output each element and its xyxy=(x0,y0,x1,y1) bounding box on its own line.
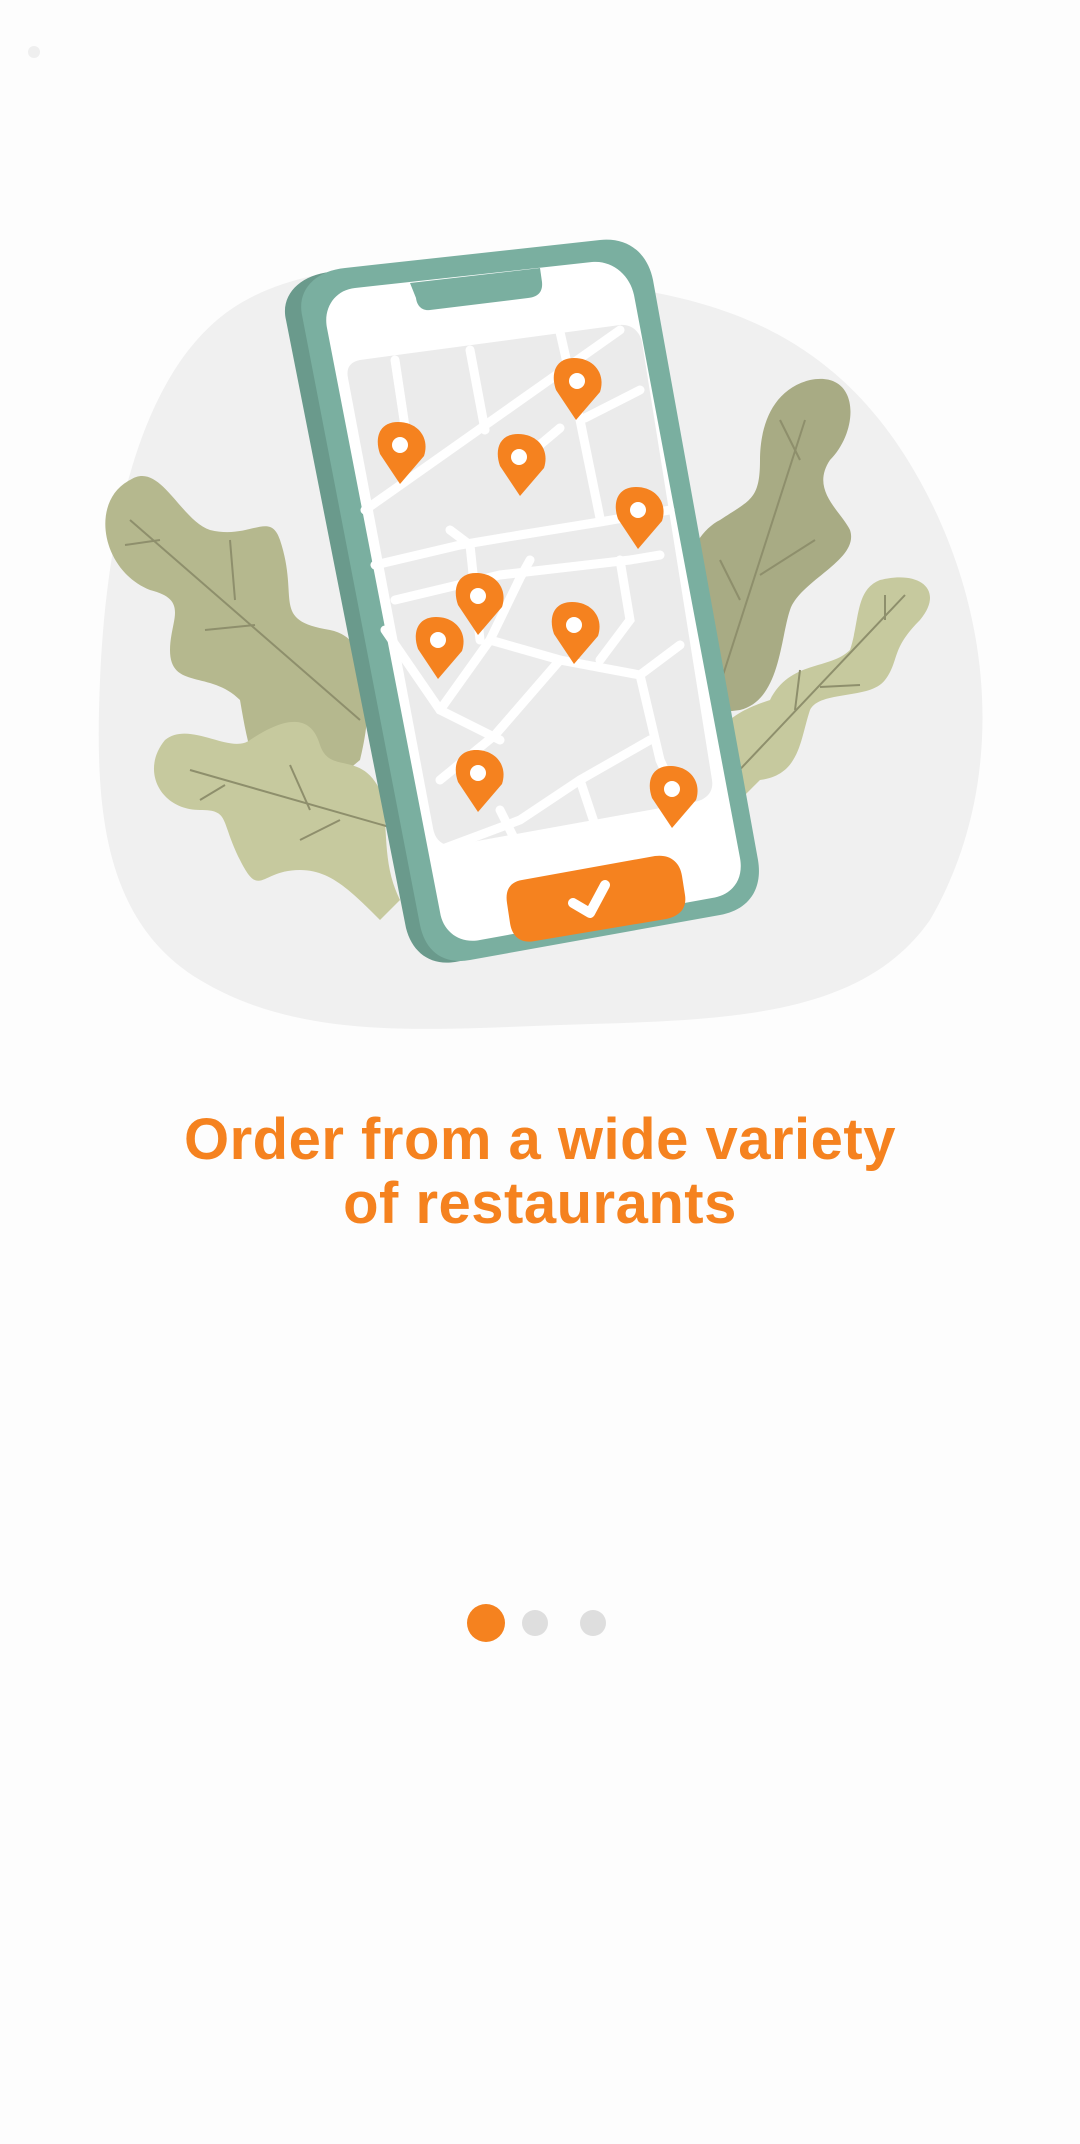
onboarding-illustration xyxy=(0,200,1080,1080)
onboarding-title-line-1: Order from a wide variety xyxy=(184,1107,896,1172)
status-indicator xyxy=(28,46,40,58)
page-dot-2[interactable] xyxy=(522,1610,548,1636)
onboarding-title-line-2: of restaurants xyxy=(343,1171,737,1236)
page-dot-3[interactable] xyxy=(580,1610,606,1636)
page-indicator xyxy=(0,1604,1080,1644)
onboarding-title: Order from a wide variety of restaurants xyxy=(0,1108,1080,1236)
page-dot-1-active[interactable] xyxy=(467,1604,505,1642)
